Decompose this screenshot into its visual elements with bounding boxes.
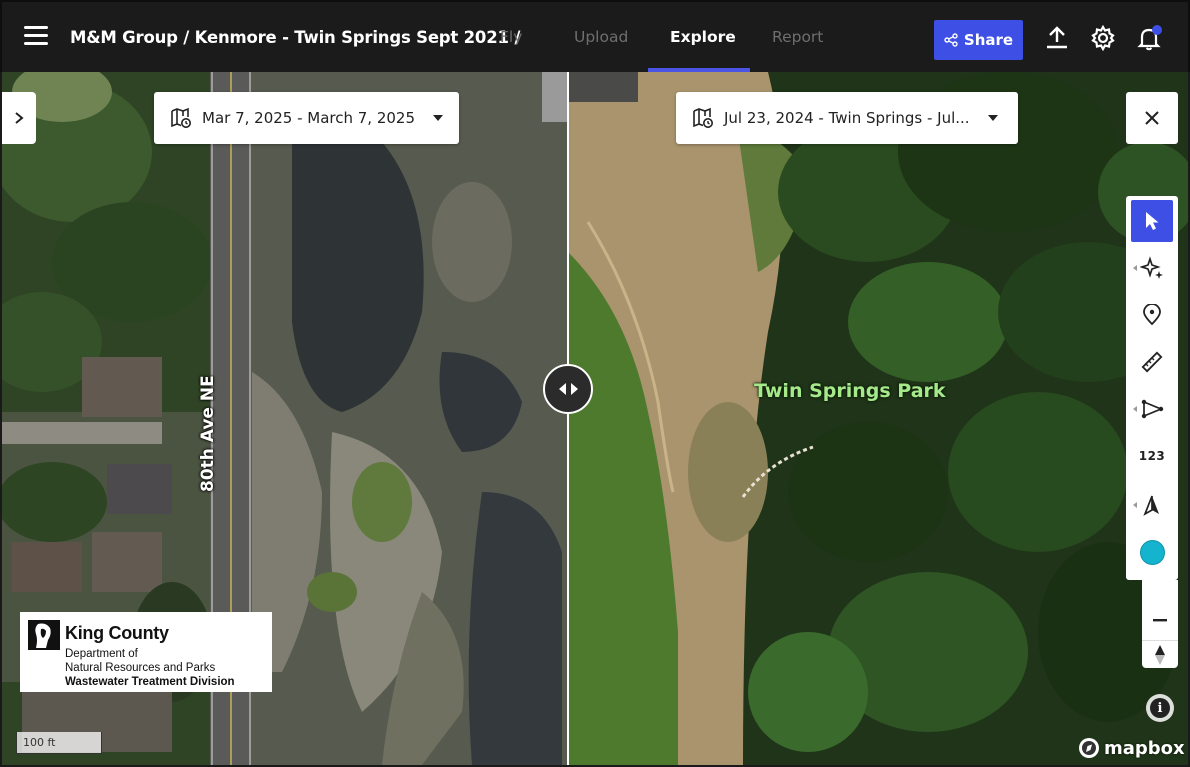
road-label: 80th Ave NE bbox=[198, 375, 218, 492]
chevron-down-icon bbox=[433, 115, 444, 121]
top-navigation-bar: M&M Group / Kenmore - Twin Springs Sept … bbox=[0, 0, 1190, 73]
park-label: Twin Springs Park bbox=[754, 380, 946, 402]
minus-icon bbox=[1153, 619, 1167, 622]
left-date-select[interactable]: Mar 7, 2025 - March 7, 2025 bbox=[154, 92, 460, 144]
north-arrow-icon bbox=[1143, 495, 1159, 516]
tab-upload[interactable]: Upload bbox=[574, 28, 628, 46]
map-calendar-icon bbox=[693, 107, 713, 128]
expand-sidebar-button[interactable] bbox=[2, 92, 36, 144]
info-icon: i bbox=[1150, 698, 1170, 718]
zoom-controls bbox=[1142, 580, 1178, 668]
color-swatch bbox=[1139, 539, 1165, 565]
breadcrumb[interactable]: M&M Group / Kenmore - Twin Springs Sept … bbox=[70, 28, 520, 47]
map-pane-right[interactable]: Twin Springs Park bbox=[568, 72, 1188, 765]
map-pane-left[interactable]: 80th Ave NE King County Department of Na… bbox=[2, 72, 568, 765]
share-button[interactable]: Share bbox=[934, 20, 1023, 60]
left-date-value: Mar 7, 2025 - March 7, 2025 bbox=[202, 109, 416, 127]
logo-name: King County bbox=[65, 623, 169, 643]
close-icon bbox=[1145, 111, 1159, 125]
ruler-icon bbox=[1141, 351, 1163, 373]
mapbox-icon bbox=[1079, 738, 1099, 758]
logo-line-3: Wastewater Treatment Division bbox=[65, 676, 235, 688]
map-scale: 100 ft bbox=[16, 732, 102, 754]
aerial-imagery-2024 bbox=[568, 72, 1188, 765]
map-toolbar: 123 bbox=[1126, 196, 1178, 580]
cursor-arrow-icon bbox=[1146, 212, 1159, 230]
compass-button[interactable] bbox=[1142, 642, 1178, 668]
share-icon bbox=[944, 33, 958, 47]
tool-color-picker[interactable] bbox=[1131, 531, 1173, 573]
tool-select[interactable] bbox=[1131, 200, 1173, 242]
tool-compass-north[interactable] bbox=[1131, 484, 1173, 526]
right-date-value: Jul 23, 2024 - Twin Springs - Jul... bbox=[724, 109, 970, 127]
tool-count[interactable]: 123 bbox=[1131, 435, 1173, 477]
compass-icon bbox=[1155, 645, 1165, 665]
king-county-logo: King County Department of Natural Resour… bbox=[20, 612, 272, 692]
king-county-emblem-icon bbox=[28, 620, 60, 650]
swipe-handle[interactable] bbox=[543, 364, 593, 414]
zoom-separator bbox=[1142, 640, 1178, 641]
arrow-right-icon bbox=[570, 383, 578, 395]
arrow-left-icon bbox=[558, 383, 566, 395]
tool-magic-draw[interactable] bbox=[1131, 247, 1173, 289]
sparkle-icon bbox=[1140, 256, 1163, 279]
upload-icon[interactable] bbox=[1044, 25, 1070, 51]
count-label: 123 bbox=[1138, 449, 1166, 463]
notification-badge bbox=[1152, 25, 1162, 35]
close-compare-button[interactable] bbox=[1126, 92, 1178, 144]
map-viewport[interactable]: 80th Ave NE King County Department of Na… bbox=[2, 72, 1188, 765]
map-calendar-icon bbox=[171, 107, 191, 128]
tool-location-pin[interactable] bbox=[1131, 294, 1173, 336]
tool-measure[interactable] bbox=[1131, 341, 1173, 383]
zoom-out-button[interactable] bbox=[1142, 600, 1178, 640]
share-label: Share bbox=[963, 31, 1014, 49]
swipe-divider-line[interactable] bbox=[567, 72, 569, 765]
mapbox-attribution[interactable]: mapbox bbox=[1078, 737, 1185, 759]
tab-fly[interactable]: Fly bbox=[500, 28, 522, 46]
right-date-select[interactable]: Jul 23, 2024 - Twin Springs - Jul... bbox=[676, 92, 1018, 144]
tab-explore[interactable]: Explore bbox=[670, 28, 736, 46]
mapbox-label: mapbox bbox=[1104, 737, 1185, 759]
attribution-info-button[interactable]: i bbox=[1146, 694, 1174, 722]
path-vector-icon bbox=[1141, 399, 1164, 419]
chevron-right-icon bbox=[15, 112, 24, 124]
tool-drone-path[interactable] bbox=[1131, 388, 1173, 430]
logo-line-2: Natural Resources and Parks bbox=[65, 662, 216, 674]
chevron-down-icon bbox=[987, 115, 998, 121]
gear-icon[interactable] bbox=[1090, 25, 1116, 51]
location-pin-icon bbox=[1143, 304, 1161, 326]
menu-icon[interactable] bbox=[24, 26, 48, 46]
tab-report[interactable]: Report bbox=[772, 28, 823, 46]
logo-line-1: Department of bbox=[65, 648, 138, 660]
